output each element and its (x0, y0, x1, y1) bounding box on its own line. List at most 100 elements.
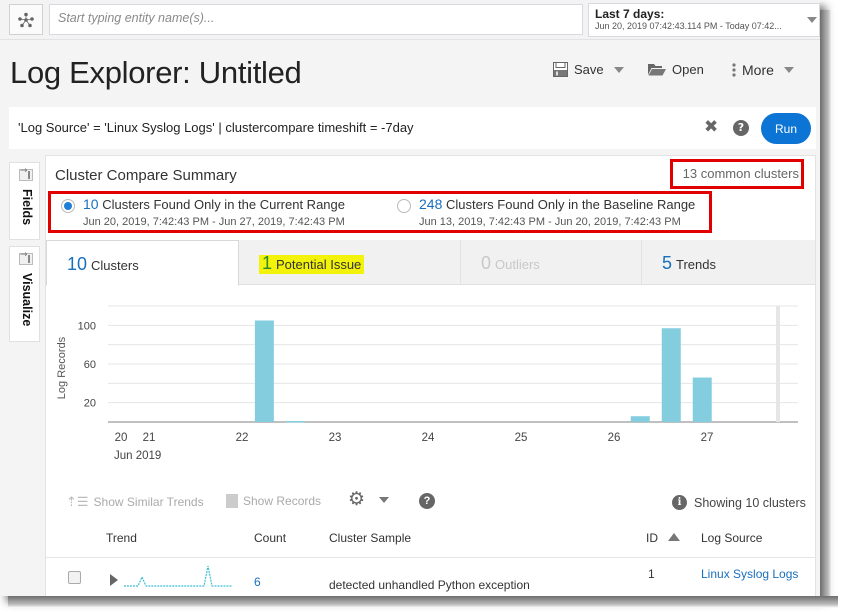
x-tick-label: 27 (701, 432, 714, 444)
window-shadow (8, 596, 838, 608)
current-range-label: 10 Clusters Found Only in the Current Ra… (83, 196, 345, 212)
range-end-marker[interactable] (776, 306, 780, 422)
fields-tab-label: Fields (20, 189, 34, 226)
chart-bar[interactable] (661, 328, 681, 422)
x-tick-label: 25 (515, 432, 528, 444)
current-range-count: 10 (83, 196, 99, 212)
kebab-menu-icon (732, 63, 736, 77)
run-button[interactable]: Run (761, 113, 811, 144)
potential-issue-highlight: 1 Potential Issue (259, 253, 365, 274)
baseline-range-label: 248 Clusters Found Only in the Baseline … (419, 196, 695, 212)
x-tick-labels: 20 21 22 23 24 25 26 27 (115, 432, 714, 444)
expand-row-icon[interactable] (110, 574, 118, 586)
help-icon[interactable]: ? (733, 120, 749, 136)
fields-panel-tab[interactable]: Fields (9, 162, 40, 240)
tab-trends-count: 5 (662, 253, 673, 273)
folder-open-icon (648, 64, 666, 76)
tab-trends-label: Trends (676, 257, 716, 272)
save-label: Save (574, 62, 604, 77)
x-tick-label: 26 (608, 432, 621, 444)
column-header-trend[interactable]: Trend (106, 531, 137, 545)
time-range-picker[interactable]: Last 7 days: Jun 20, 2019 07:42:43.114 P… (588, 3, 820, 37)
settings-menu-button[interactable]: ⚙ (348, 489, 390, 510)
info-icon: i (672, 495, 687, 510)
current-range-radio[interactable] (61, 199, 75, 213)
tab-trends[interactable]: 5 Trends (642, 240, 816, 285)
chart-bar[interactable] (630, 416, 650, 422)
chevron-down-icon (379, 496, 390, 503)
more-label: More (742, 62, 774, 78)
y-axis-label: Log Records (56, 336, 68, 399)
x-axis-sublabel: Jun 2019 (114, 450, 161, 462)
more-button[interactable]: More (732, 62, 794, 78)
page-title: Log Explorer: Untitled (10, 55, 302, 90)
chart-bar[interactable] (285, 421, 305, 423)
row-checkbox[interactable] (68, 571, 81, 584)
x-tick-label: 21 (143, 432, 156, 444)
summary-title: Cluster Compare Summary (55, 167, 237, 184)
time-range-value: Jun 20, 2019 07:42:43.114 PM - Today 07:… (595, 21, 782, 31)
chart-bar[interactable] (254, 320, 274, 423)
chevron-down-icon (613, 66, 624, 73)
column-header-count[interactable]: Count (254, 531, 286, 545)
x-tick-label: 22 (236, 432, 249, 444)
tab-outliers-label: Outliers (495, 257, 540, 272)
tab-clusters-count: 10 (67, 254, 88, 274)
row-log-source[interactable]: Linux Syslog Logs (701, 567, 798, 581)
entity-selector-button[interactable] (9, 4, 43, 35)
table-help-button[interactable]: ? (419, 493, 435, 509)
trend-sparkline (124, 565, 232, 587)
y-tick-labels: 20 60 100 (78, 320, 96, 409)
topology-icon (18, 12, 34, 27)
tab-potential-issue-count: 1 (262, 253, 273, 273)
sort-ascending-icon (668, 533, 680, 541)
range-selector: 10 Clusters Found Only in the Current Ra… (48, 191, 712, 233)
common-clusters-link[interactable]: 13 common clusters (670, 159, 804, 189)
query-input[interactable]: 'Log Source' = 'Linux Syslog Logs' | clu… (18, 120, 414, 135)
help-icon: ? (419, 493, 435, 509)
save-button[interactable]: Save (553, 62, 624, 77)
showing-clusters-info: i Showing 10 clusters (672, 495, 806, 510)
column-header-log-source[interactable]: Log Source (701, 531, 762, 545)
save-icon (553, 62, 568, 77)
chart-bar[interactable] (692, 377, 712, 422)
summary-tabs: 10 Clusters 1 Potential Issue 0 Outliers 5T… (46, 240, 816, 286)
current-range-text: Clusters Found Only in the Current Range (102, 197, 345, 212)
baseline-range-count: 248 (419, 196, 443, 212)
y-tick-label: 100 (78, 320, 96, 332)
gear-icon: ⚙ (348, 489, 366, 510)
y-tick-label: 60 (84, 359, 96, 371)
query-bar[interactable]: 'Log Source' = 'Linux Syslog Logs' | clu… (9, 107, 816, 149)
x-tick-label: 23 (329, 432, 342, 444)
tab-clusters[interactable]: 10 Clusters (46, 240, 239, 286)
open-button[interactable]: Open (648, 62, 704, 77)
header-divider (46, 557, 816, 558)
visualize-tab-label: Visualize (20, 273, 34, 327)
column-header-id[interactable]: ID (646, 531, 680, 545)
baseline-range-text: Clusters Found Only in the Baseline Rang… (445, 197, 696, 212)
show-similar-trends-label: Show Similar Trends (93, 495, 204, 509)
visualize-panel-tab[interactable]: Visualize (9, 246, 40, 342)
entity-search-input[interactable]: Start typing entity name(s)... (49, 4, 583, 35)
log-explorer-window: Start typing entity name(s)... Last 7 da… (0, 0, 820, 596)
clear-query-icon[interactable]: ✖ (704, 119, 718, 136)
chevron-down-icon[interactable] (807, 17, 817, 23)
showing-clusters-text: Showing 10 clusters (694, 495, 806, 510)
tab-potential-issue-label: Potential Issue (276, 257, 362, 272)
tab-outliers[interactable]: 0 Outliers (461, 240, 642, 285)
open-label: Open (672, 62, 704, 77)
column-header-cluster-sample[interactable]: Cluster Sample (329, 531, 411, 545)
chart-bars (254, 320, 712, 423)
top-bar: Start typing entity name(s)... Last 7 da… (0, 0, 820, 40)
log-records-chart: 20 60 100 20 21 22 23 24 25 26 27 Log Records Jun… (46, 291, 816, 471)
row-count[interactable]: 6 (254, 575, 261, 589)
show-similar-trends-button[interactable]: ⇡☰ Show Similar Trends (66, 494, 204, 510)
chevron-down-icon (783, 67, 794, 73)
column-header-id-label: ID (646, 531, 658, 545)
baseline-range-dates: Jun 13, 2019, 7:42:43 PM - Jun 20, 2019,… (419, 216, 681, 228)
show-records-button[interactable]: Show Records (226, 494, 321, 508)
row-cluster-sample: detected unhandled Python exception (329, 578, 530, 592)
show-records-label: Show Records (243, 494, 322, 508)
tab-potential-issue[interactable]: 1 Potential Issue (239, 240, 461, 285)
baseline-range-radio[interactable] (397, 199, 411, 213)
